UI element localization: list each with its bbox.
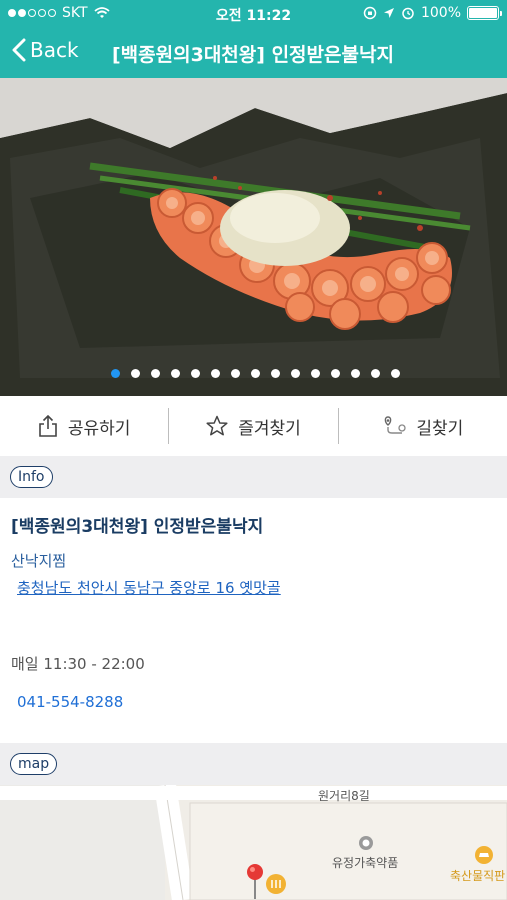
pharmacy-poi-label: 유정가축약품: [332, 856, 399, 870]
info-badge: Info: [10, 466, 53, 488]
pharmacy-poi-icon: [359, 836, 373, 850]
info-panel: [백종원의3대천왕] 인정받은불낙지 산낙지찜 충청남도 천안시 동남구 중앙로…: [0, 498, 507, 743]
map-badge: map: [10, 753, 58, 775]
market-poi-icon: [475, 846, 493, 864]
pager-dot[interactable]: [311, 369, 320, 378]
pager-dot[interactable]: [331, 369, 340, 378]
rotation-lock-icon: [363, 6, 377, 20]
pager-dot[interactable]: [271, 369, 280, 378]
pager-dot[interactable]: [131, 369, 140, 378]
location-pin-icon: [247, 864, 263, 899]
photo-pager[interactable]: [111, 369, 400, 378]
restaurant-name: [백종원의3대천왕] 인정받은불낙지: [11, 517, 264, 537]
favorite-label: 즐겨찾기: [238, 418, 301, 439]
route-icon: [385, 416, 407, 434]
back-label: Back: [30, 38, 79, 62]
pager-dot[interactable]: [211, 369, 220, 378]
favorite-button[interactable]: 즐겨찾기: [169, 396, 337, 456]
pager-dot[interactable]: [151, 369, 160, 378]
page-title: [백종원의3대천왕] 인정받은불낙지: [112, 44, 394, 66]
food-photo[interactable]: [0, 78, 507, 396]
pager-dot[interactable]: [371, 369, 380, 378]
share-button[interactable]: 공유하기: [0, 396, 168, 456]
restaurant-category: 산낙지찜: [11, 552, 67, 570]
pager-dot[interactable]: [231, 369, 240, 378]
status-right: 100%: [363, 5, 502, 21]
status-bar: SKT 오전 11:22 100%: [0, 0, 507, 28]
battery-icon: [467, 6, 502, 20]
market-poi-label: 축산물직판: [450, 869, 506, 883]
road-label: 원거리8길: [318, 789, 370, 803]
info-section-header: Info: [0, 456, 507, 498]
pager-dot[interactable]: [111, 369, 120, 378]
pager-dot[interactable]: [191, 369, 200, 378]
pager-dot[interactable]: [251, 369, 260, 378]
back-button[interactable]: Back: [12, 38, 79, 62]
battery-percent: 100%: [420, 5, 461, 21]
location-arrow-icon: [383, 8, 394, 18]
action-bar: 공유하기 즐겨찾기 길찾기: [0, 396, 507, 456]
nav-bar: Back [백종원의3대천왕] 인정받은불낙지: [0, 28, 507, 78]
directions-label: 길찾기: [416, 418, 464, 439]
opening-hours: 매일 11:30 - 22:00: [11, 655, 145, 673]
map-view[interactable]: 원거리8길 유정가축약품 축산물직판: [0, 785, 507, 900]
pager-dot[interactable]: [391, 369, 400, 378]
share-label: 공유하기: [67, 418, 131, 439]
chevron-left-icon: [12, 38, 26, 62]
star-icon: [206, 415, 228, 436]
share-icon: [39, 415, 57, 437]
pager-dot[interactable]: [171, 369, 180, 378]
alarm-icon: [402, 7, 414, 20]
map-section-header: map: [0, 743, 507, 785]
directions-button[interactable]: 길찾기: [339, 396, 507, 456]
pager-dot[interactable]: [291, 369, 300, 378]
address-link[interactable]: 충청남도 천안시 동남구 중앙로 16 옛맛골: [17, 577, 281, 598]
phone-link[interactable]: 041-554-8288: [17, 693, 123, 711]
pager-dot[interactable]: [351, 369, 360, 378]
restaurant-poi-icon: [266, 874, 286, 894]
